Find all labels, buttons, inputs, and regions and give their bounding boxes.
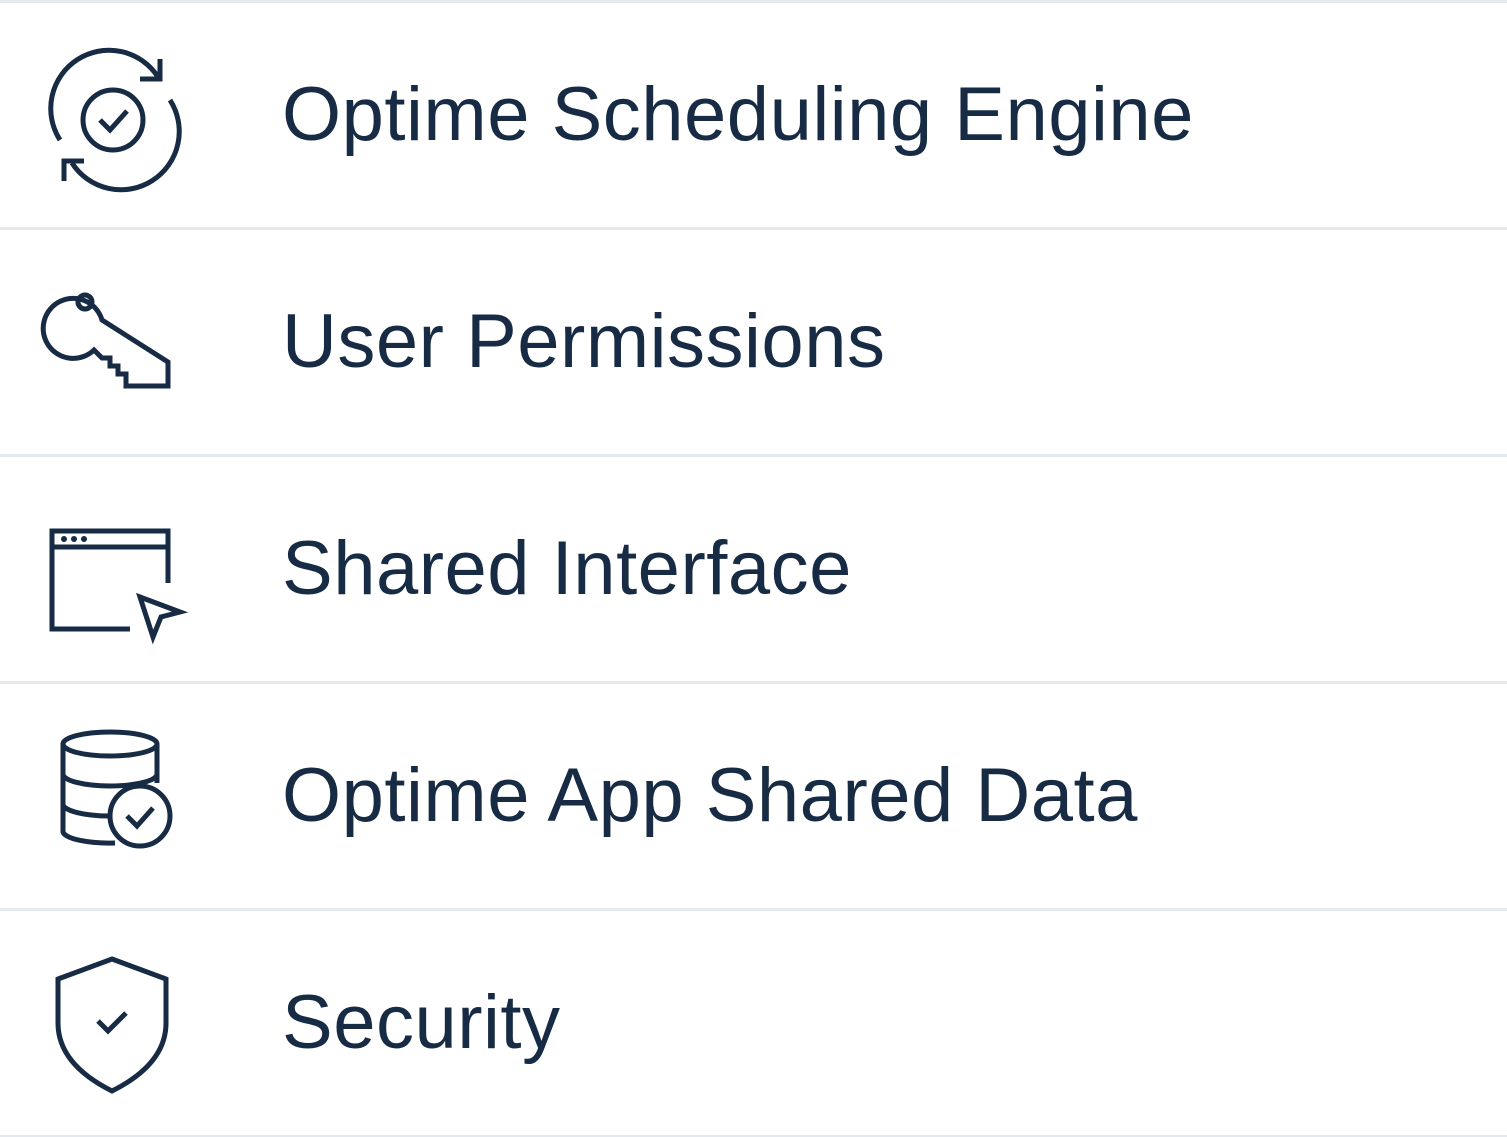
feature-list: Optime Scheduling Engine User Permission… xyxy=(0,0,1507,1137)
feature-item-user-permissions: User Permissions xyxy=(0,230,1507,457)
feature-label: Security xyxy=(282,980,561,1065)
browser-cursor-svg xyxy=(49,528,189,645)
browser-cursor-icon xyxy=(40,499,190,649)
feature-label: Optime App Shared Data xyxy=(282,753,1138,838)
sync-check-icon xyxy=(40,45,190,195)
key-icon xyxy=(40,272,190,422)
feature-label: User Permissions xyxy=(282,299,886,384)
feature-label: Optime Scheduling Engine xyxy=(282,72,1194,157)
database-check-icon xyxy=(40,726,190,876)
sync-check-svg xyxy=(48,47,182,193)
feature-item-security: Security xyxy=(0,911,1507,1137)
feature-item-shared-data: Optime App Shared Data xyxy=(0,684,1507,911)
database-check-svg xyxy=(60,729,173,849)
shield-check-svg xyxy=(55,956,169,1094)
shield-check-icon xyxy=(40,953,190,1103)
feature-item-shared-interface: Shared Interface xyxy=(0,457,1507,684)
feature-item-scheduling-engine: Optime Scheduling Engine xyxy=(0,3,1507,230)
feature-label: Shared Interface xyxy=(282,526,852,611)
key-svg xyxy=(40,292,171,389)
